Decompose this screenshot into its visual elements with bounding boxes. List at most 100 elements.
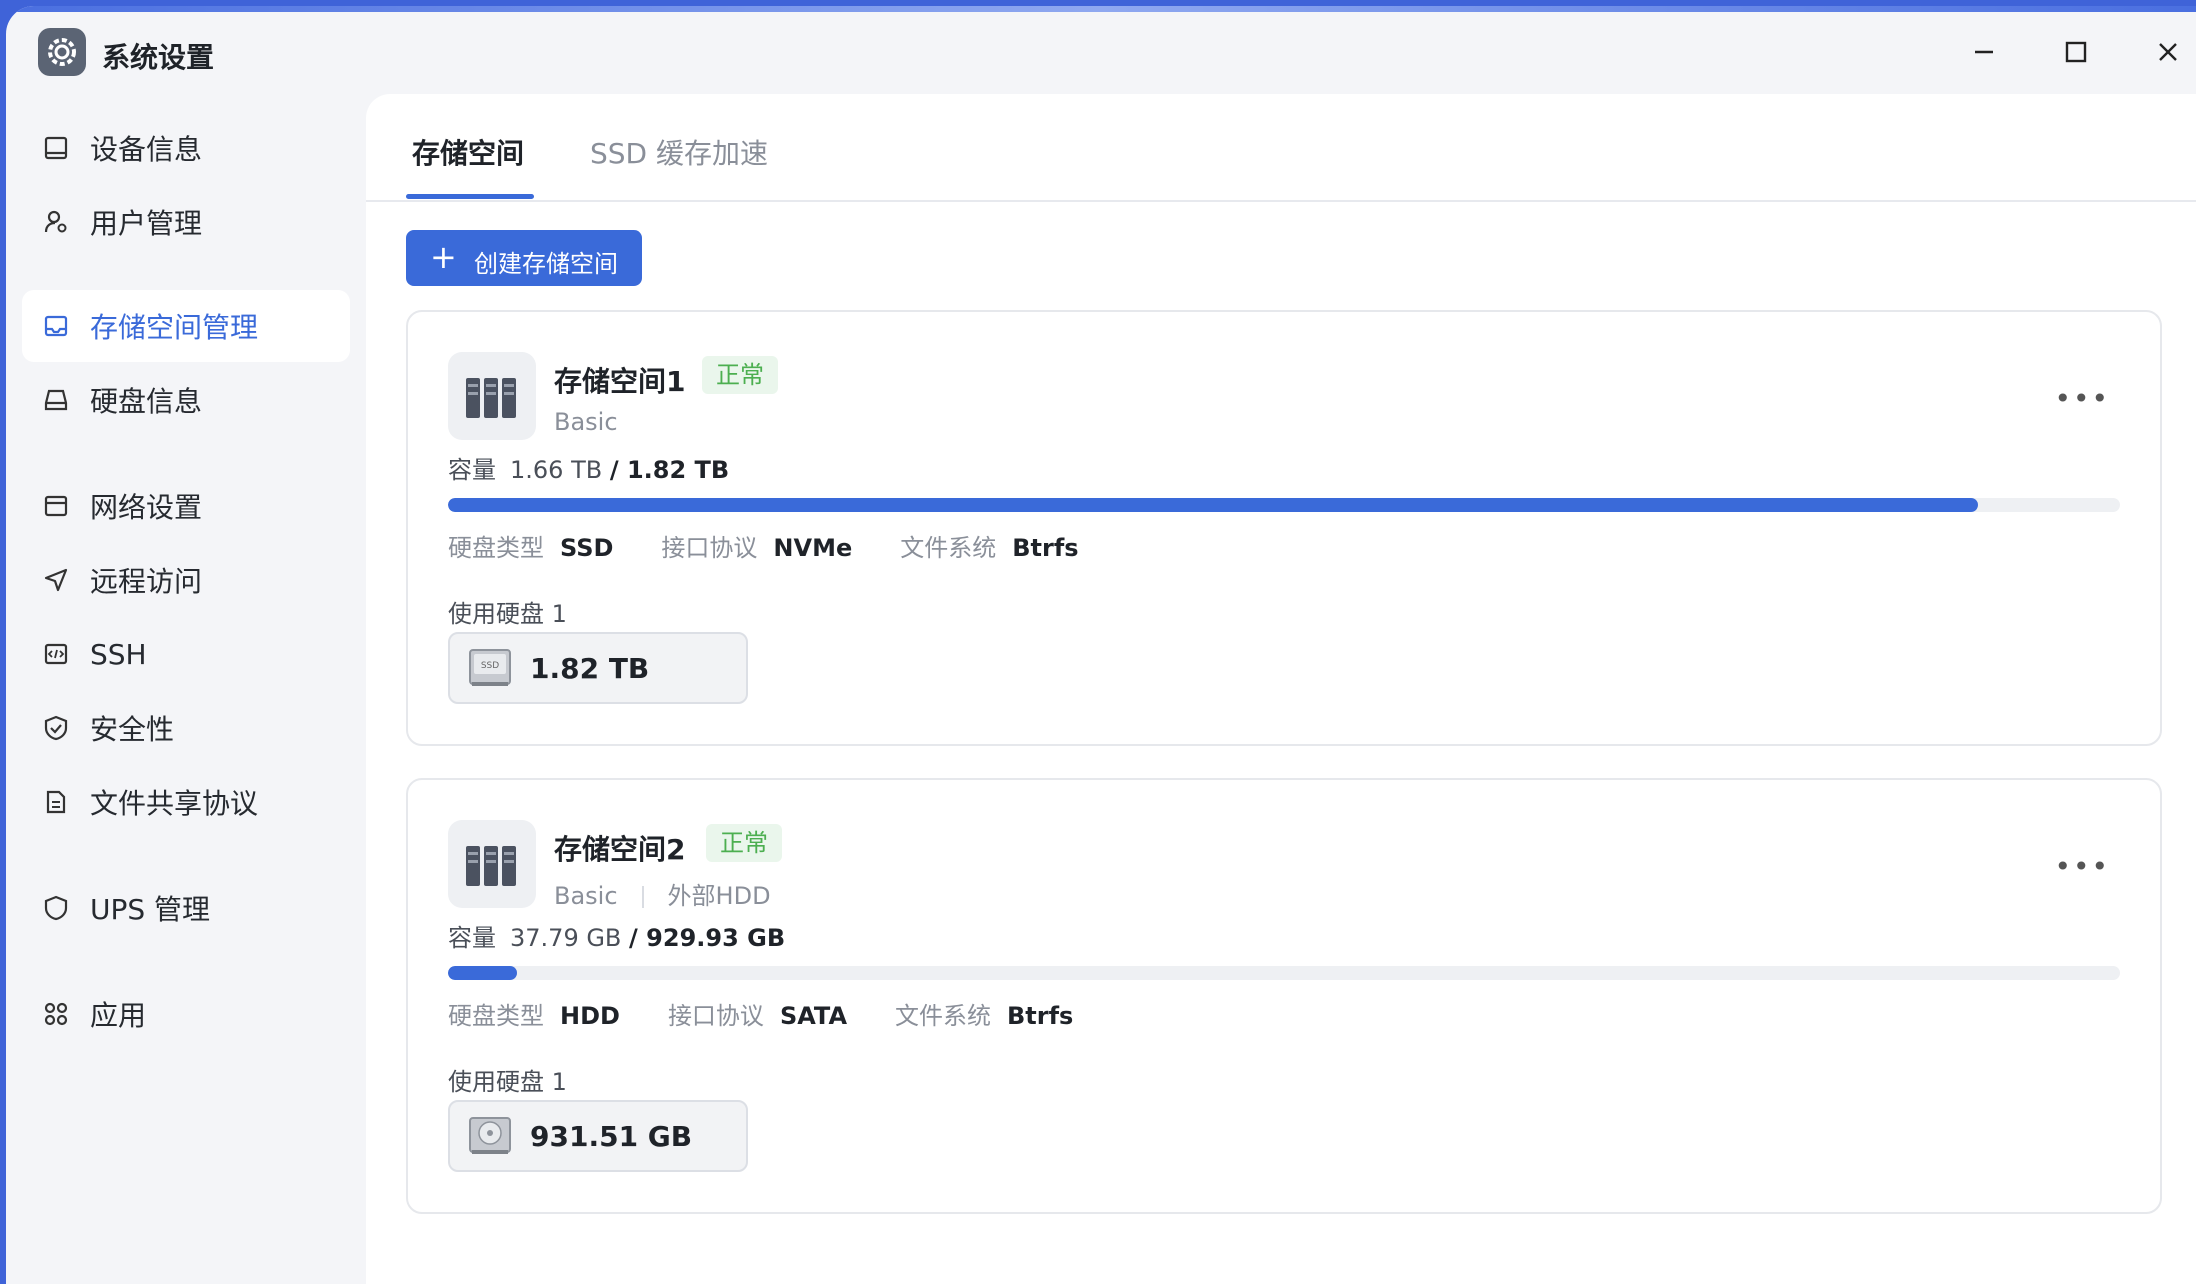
sidebar-item-label: 存储空间管理 (90, 311, 259, 344)
raid-type: Basic (554, 882, 618, 910)
shield-icon (42, 894, 70, 922)
storage-pool-card: 存储空间1 正常 Basic ••• 容量 1.66 TB / 1.82 TB 硬… (406, 310, 2162, 746)
settings-gear-icon (38, 28, 86, 76)
title-bar: 系统设置 (6, 6, 2196, 94)
active-tab-indicator (406, 194, 534, 199)
disk-chip[interactable]: SSD 1.82 TB (448, 632, 748, 704)
capacity-progress-bar (448, 966, 2120, 980)
device-icon (42, 134, 70, 162)
sidebar-item-label: 安全性 (90, 713, 175, 746)
disks-used-label: 使用硬盘 1 (448, 600, 567, 628)
more-options-button[interactable]: ••• (2054, 850, 2110, 883)
send-icon (42, 566, 70, 594)
disk-type-value: SSD (560, 534, 614, 562)
sidebar-item-security[interactable]: 安全性 (22, 692, 350, 764)
disk-type-label: 硬盘类型 (448, 534, 544, 562)
capacity-progress-fill (448, 498, 1978, 512)
pool-specs: 硬盘类型 SSD 接口协议 NVMe 文件系统 Btrfs (448, 528, 1127, 563)
sidebar-item-device-info[interactable]: 设备信息 (22, 112, 350, 184)
capacity-total: / 1.82 TB (609, 456, 730, 484)
tab-ssd-cache[interactable]: SSD 缓存加速 (590, 132, 768, 172)
more-options-button[interactable]: ••• (2054, 382, 2110, 415)
storage-pool-name: 存储空间1 (554, 365, 686, 398)
sidebar-item-label: 设备信息 (90, 133, 203, 166)
capacity-progress-fill (448, 966, 517, 980)
filesystem-value: Btrfs (1007, 1002, 1074, 1030)
storage-icon (42, 312, 70, 340)
sidebar-item-remote-access[interactable]: 远程访问 (22, 544, 350, 616)
capacity-progress-bar (448, 498, 2120, 512)
storage-pool-raid: Basic 外部HDD (554, 876, 771, 911)
tab-storage[interactable]: 存储空间 (412, 132, 524, 172)
minimize-button[interactable] (1964, 32, 2004, 72)
capacity-used: 1.66 TB (510, 456, 603, 484)
storage-pool-card: 存储空间2 正常 Basic 外部HDD ••• 容量 37.79 GB / 929… (406, 778, 2162, 1214)
interface-label: 接口协议 (667, 1002, 764, 1030)
sidebar-item-label: 应用 (90, 999, 147, 1032)
status-badge: 正常 (706, 824, 782, 862)
sidebar-item-label: 硬盘信息 (90, 385, 203, 418)
server-rack-icon (448, 820, 536, 908)
close-icon (2159, 43, 2177, 61)
pool-specs: 硬盘类型 HDD 接口协议 SATA 文件系统 Btrfs (448, 996, 1121, 1031)
maximize-button[interactable] (2056, 32, 2096, 72)
hdd-icon (468, 1116, 512, 1156)
interface-value: NVMe (773, 534, 853, 562)
disk-type-label: 硬盘类型 (448, 1002, 544, 1030)
drive-icon (42, 386, 70, 414)
capacity-used: 37.79 GB (510, 924, 622, 952)
apps-icon (42, 1000, 70, 1028)
sidebar-item-label: 文件共享协议 (90, 787, 259, 820)
filesystem-label: 文件系统 (900, 534, 997, 562)
plus-icon: + (430, 238, 457, 276)
sidebar-item-drives[interactable]: 硬盘信息 (22, 364, 350, 436)
capacity-text: 容量 1.66 TB / 1.82 TB (448, 450, 729, 485)
sidebar-item-label: 网络设置 (90, 491, 203, 524)
disk-size: 931.51 GB (530, 1120, 693, 1153)
settings-window: 系统设置 设备信息 用户管理 存储空间管理 硬盘信息 网络设置 远程访问 SSH… (6, 6, 2196, 1284)
tab-bar: 存储空间 SSD 缓存加速 (366, 94, 2196, 202)
sidebar-item-ssh[interactable]: SSH (22, 618, 350, 690)
create-storage-button[interactable]: + 创建存储空间 (406, 230, 642, 286)
close-button[interactable] (2148, 32, 2188, 72)
status-badge: 正常 (702, 356, 778, 394)
sidebar-item-network[interactable]: 网络设置 (22, 470, 350, 542)
svg-text:SSD: SSD (481, 661, 499, 671)
filesystem-label: 文件系统 (895, 1002, 992, 1030)
storage-pool-name: 存储空间2 (554, 833, 686, 866)
disks-used-label: 使用硬盘 1 (448, 1068, 567, 1096)
create-storage-label: 创建存储空间 (474, 250, 618, 278)
sidebar-item-storage[interactable]: 存储空间管理 (22, 290, 350, 362)
maximize-icon (2065, 41, 2087, 63)
sidebar-item-label: 远程访问 (90, 565, 203, 598)
disk-chip[interactable]: 931.51 GB (448, 1100, 748, 1172)
filesystem-value: Btrfs (1012, 534, 1079, 562)
capacity-label: 容量 (448, 924, 496, 952)
sidebar-item-label: 用户管理 (90, 207, 203, 240)
main-panel: 存储空间 SSD 缓存加速 + 创建存储空间 存储空间1 正常 Basic ••… (366, 94, 2196, 1284)
capacity-total: / 929.93 GB (629, 924, 786, 952)
sidebar: 设备信息 用户管理 存储空间管理 硬盘信息 网络设置 远程访问 SSH 安全性 … (6, 94, 366, 1284)
user-gear-icon (42, 208, 70, 236)
sidebar-item-label: SSH (90, 637, 147, 671)
disk-type-value: HDD (560, 1002, 620, 1030)
server-rack-icon (448, 352, 536, 440)
sidebar-item-users[interactable]: 用户管理 (22, 186, 350, 258)
pool-extra: 外部HDD (667, 882, 771, 910)
document-icon (42, 788, 70, 816)
sidebar-item-file-sharing[interactable]: 文件共享协议 (22, 766, 350, 838)
ssd-icon: SSD (468, 648, 512, 688)
disk-size: 1.82 TB (530, 652, 650, 685)
raid-type: Basic (554, 408, 618, 436)
sidebar-item-label: UPS 管理 (90, 893, 211, 926)
network-icon (42, 492, 70, 520)
interface-value: SATA (779, 1002, 848, 1030)
window-title: 系统设置 (102, 41, 215, 74)
interface-label: 接口协议 (661, 534, 758, 562)
sidebar-item-ups[interactable]: UPS 管理 (22, 872, 350, 944)
sidebar-item-apps[interactable]: 应用 (22, 978, 350, 1050)
minimize-icon (1975, 50, 1993, 54)
storage-pool-raid: Basic (554, 408, 618, 436)
code-icon (42, 640, 70, 668)
capacity-text: 容量 37.79 GB / 929.93 GB (448, 918, 785, 953)
